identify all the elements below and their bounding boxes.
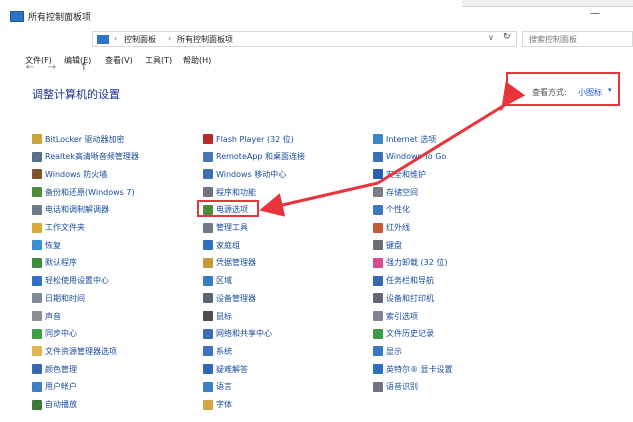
annotation-line <box>377 101 509 185</box>
annotation-arrows <box>259 81 526 217</box>
annotation-arrow-head-icon <box>498 81 526 111</box>
annotation-arrow-icon <box>259 181 379 217</box>
